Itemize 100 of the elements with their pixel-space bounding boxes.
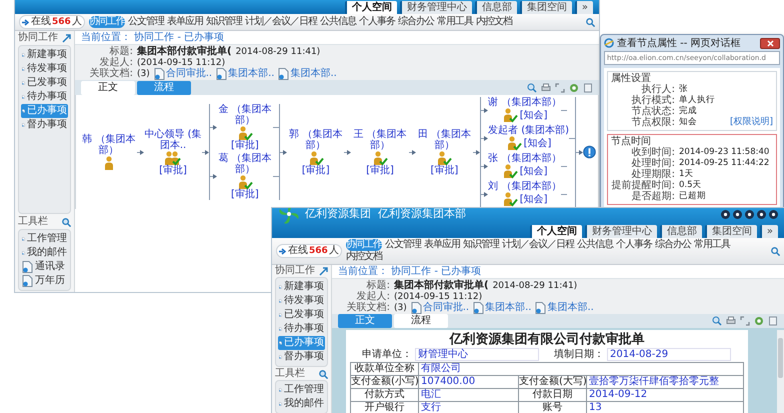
- nav-item[interactable]: 内控文档: [476, 16, 512, 28]
- search-icon[interactable]: [771, 246, 780, 256]
- help-link[interactable]: [权限说明]: [730, 117, 773, 128]
- document-link[interactable]: 合同审批..: [166, 68, 212, 80]
- search-icon[interactable]: [62, 218, 71, 226]
- nav-item[interactable]: 个人事务: [616, 239, 652, 251]
- header-tab[interactable]: 信息部: [474, 1, 517, 14]
- section-title: 节点时间: [611, 136, 652, 147]
- table-value: 107400.00: [419, 376, 519, 388]
- expand-icon[interactable]: [740, 316, 750, 326]
- toolbar-item[interactable]: 工作管理: [21, 232, 68, 246]
- sidebar-item[interactable]: 待发事项: [278, 294, 325, 308]
- property-label: 是否超期:: [630, 191, 675, 202]
- table-label: 开户银行: [351, 402, 419, 413]
- sidebar-item[interactable]: 已发事项: [278, 308, 325, 322]
- node-role[interactable]: [审批]: [159, 166, 187, 176]
- nav-item[interactable]: 表单应用: [424, 239, 460, 251]
- node-role[interactable]: [审批]: [230, 190, 259, 200]
- field-note: (2014-09-15 11:12): [137, 56, 226, 68]
- scrollbar[interactable]: [777, 330, 784, 413]
- sidebar-item[interactable]: 新建事项: [278, 280, 325, 294]
- nav-item[interactable]: 公共信息: [320, 16, 356, 28]
- connector-arrow: [408, 148, 416, 156]
- document-link[interactable]: 合同审批..: [422, 302, 470, 314]
- end-node-icon[interactable]: [583, 145, 596, 159]
- nav-item[interactable]: 公文管理: [128, 16, 164, 28]
- toolbar-item[interactable]: 万年历: [21, 274, 68, 288]
- nav-item[interactable]: 综合办公: [398, 16, 434, 28]
- nav-item[interactable]: 表单应用: [166, 16, 203, 28]
- zoom-icon[interactable]: [712, 316, 722, 326]
- header-tab[interactable]: »: [760, 225, 778, 238]
- header-tab[interactable]: 集团空间: [520, 1, 572, 14]
- close-button[interactable]: [760, 38, 780, 48]
- page-icon[interactable]: [768, 316, 778, 326]
- nav-item[interactable]: 综合办公: [654, 239, 691, 251]
- table-value: 支行: [419, 402, 519, 413]
- search-icon[interactable]: [586, 18, 595, 26]
- sidebar-item[interactable]: 待发事项: [21, 62, 68, 76]
- form-field[interactable]: 财管理中心: [415, 348, 539, 361]
- sidebar-item[interactable]: 待办事项: [21, 90, 68, 104]
- nav-item[interactable]: 计划／会议／日程: [244, 16, 317, 28]
- node-role[interactable]: [审批]: [302, 166, 330, 176]
- toolbar-item[interactable]: 工作管理: [278, 383, 325, 397]
- document-link[interactable]: 集团本部..: [228, 68, 274, 80]
- toolbar-item[interactable]: 我的邮件: [21, 246, 68, 260]
- nav-item[interactable]: 知识管理: [206, 16, 242, 28]
- toolbar-item[interactable]: 我的邮件: [278, 397, 325, 411]
- node-role[interactable]: [知会]: [520, 166, 548, 176]
- refresh-icon[interactable]: [754, 316, 764, 326]
- link-icon[interactable]: [319, 266, 328, 276]
- table-label: 支付金额(小写): [351, 376, 419, 388]
- header-tab[interactable]: 财务管理中心: [400, 1, 472, 14]
- nav-item[interactable]: 内控文档: [346, 251, 382, 263]
- document-link[interactable]: 集团本部..: [290, 68, 337, 80]
- content-tab[interactable]: 流程: [394, 314, 448, 328]
- sidebar-item[interactable]: 待办事项: [278, 322, 325, 336]
- node-role[interactable]: [审批]: [366, 166, 394, 176]
- sidebar-item[interactable]: 督办事项: [278, 350, 325, 364]
- header-tab[interactable]: »: [574, 1, 593, 14]
- sidebar-item[interactable]: 新建事项: [21, 48, 68, 62]
- header-tab[interactable]: 集团空间: [704, 225, 757, 238]
- node-role[interactable]: [审批]: [230, 141, 259, 151]
- property-label: 执行模式:: [630, 95, 675, 106]
- sidebar-item[interactable]: 已发事项: [21, 76, 68, 90]
- field-label: 关联文档:: [346, 302, 390, 314]
- expand-icon[interactable]: [555, 82, 565, 92]
- page-icon[interactable]: [583, 82, 593, 92]
- nav-item[interactable]: 常用工具: [436, 16, 473, 28]
- form-field[interactable]: 2014-08-29: [607, 348, 731, 361]
- nav-item[interactable]: 计划／会议／日程: [502, 239, 574, 251]
- close-icon: [766, 40, 774, 46]
- header-tab[interactable]: 个人空间: [344, 1, 397, 14]
- nav-item[interactable]: 公文管理: [384, 239, 421, 251]
- header-tab[interactable]: 个人空间: [530, 225, 582, 238]
- node-role[interactable]: [审批]: [430, 166, 458, 176]
- table-value: 电汇: [419, 389, 519, 401]
- node-role[interactable]: [知会]: [524, 138, 552, 148]
- search-icon[interactable]: [319, 370, 328, 378]
- print-icon[interactable]: [726, 316, 736, 326]
- document-link[interactable]: 集团本部..: [547, 302, 594, 314]
- node-label: 金 （集团本部）: [217, 104, 272, 126]
- online-count[interactable]: 在线 566人: [276, 244, 342, 258]
- print-icon[interactable]: [541, 82, 551, 92]
- nav-item[interactable]: 公共信息: [576, 239, 613, 251]
- sidebar-item[interactable]: 督办事项: [21, 118, 68, 132]
- nav-item[interactable]: 个人事务: [358, 16, 395, 28]
- refresh-icon[interactable]: [569, 82, 579, 92]
- nav-item[interactable]: 常用工具: [694, 239, 730, 251]
- zoom-icon[interactable]: [527, 82, 537, 92]
- content-tab[interactable]: 正文: [81, 80, 135, 94]
- node-role[interactable]: [知会]: [520, 194, 548, 204]
- nav-item[interactable]: 知识管理: [462, 239, 499, 251]
- node-role[interactable]: [知会]: [520, 110, 548, 120]
- header-tab[interactable]: 信息部: [660, 225, 702, 238]
- toolbar-item[interactable]: 通讯录: [21, 260, 68, 274]
- header-tab[interactable]: 财务管理中心: [584, 225, 657, 238]
- link-icon[interactable]: [62, 34, 71, 42]
- dialog-title: 查看节点属性 -- 网页对话框: [617, 38, 741, 48]
- online-count[interactable]: 在线 566人: [19, 15, 85, 29]
- document-link[interactable]: 集团本部..: [485, 302, 532, 314]
